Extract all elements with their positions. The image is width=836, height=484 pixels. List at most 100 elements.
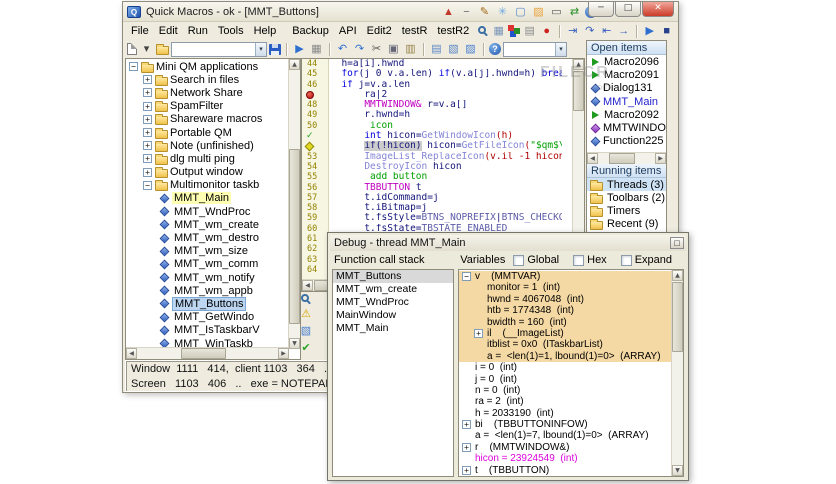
debug-restore-button[interactable]: □ xyxy=(670,237,684,249)
code-line-54[interactable]: DestroyIcon hicon xyxy=(330,162,562,172)
gutter-line[interactable]: 49 xyxy=(302,110,328,120)
gutter-line[interactable] xyxy=(302,141,328,152)
spinner-icon[interactable]: ✳ xyxy=(495,5,510,20)
variables-scrollbar[interactable]: ▲ ▼ xyxy=(671,270,683,476)
expand-icon[interactable]: + xyxy=(143,101,152,111)
step-over-icon[interactable]: ↷ xyxy=(582,24,597,39)
tree-item-mini-qm-applications[interactable]: − Mini QM applications xyxy=(126,60,289,73)
gutter-line[interactable]: 64 xyxy=(302,265,328,275)
open-item-macro2091[interactable]: Macro2091 xyxy=(587,68,666,81)
checkbox-hex[interactable]: Hex xyxy=(573,254,607,266)
minimize-button[interactable]: ─ xyxy=(588,2,614,17)
code-line-44[interactable]: h=a[i].hwnd xyxy=(330,59,562,69)
gutter-line[interactable]: 50 xyxy=(302,121,328,131)
tree-item-dlg-multi-ping[interactable]: + dlg multi ping xyxy=(126,152,289,165)
step-out-icon[interactable]: ⇤ xyxy=(599,24,614,39)
variable-row[interactable]: j = 0 (int) xyxy=(459,374,671,385)
checkbox-expand[interactable]: Expand xyxy=(620,254,672,266)
variable-row[interactable]: i = 0 (int) xyxy=(459,362,671,373)
tree-item-output-window[interactable]: + Output window xyxy=(126,166,289,179)
grid-icon[interactable]: ▦ xyxy=(309,42,324,57)
gutter-line[interactable]: 59 xyxy=(302,213,328,223)
variable-row[interactable]: + bi (TBBUTTONINFOW) xyxy=(459,419,671,430)
gutter-line[interactable]: 45 xyxy=(302,69,328,79)
tree-item-mmt-istaskbarv[interactable]: MMT_IsTaskbarV xyxy=(126,324,289,337)
tree-item-mmt-wm-create[interactable]: MMT_wm_create xyxy=(126,218,289,231)
breakpoint-icon[interactable] xyxy=(306,90,314,99)
menu-help[interactable]: Help xyxy=(249,24,282,38)
running-item-timers[interactable]: Timers xyxy=(587,204,666,217)
variable-row[interactable]: a = <len(1)=7, lbound(1)=0> (ARRAY) xyxy=(459,430,671,441)
pen-icon[interactable]: ✎ xyxy=(477,5,492,20)
running-item-toolbars-2-[interactable]: Toolbars (2) xyxy=(587,191,666,204)
tree-item-mmt-wm-appb[interactable]: MMT_wm_appb xyxy=(126,284,289,297)
variable-row[interactable]: − v (MMTVAR) xyxy=(459,271,671,283)
tree-item-mmt-wm-destro[interactable]: MMT_wm_destro xyxy=(126,231,289,244)
variable-row[interactable]: + t (TBBUTTON) xyxy=(459,465,671,476)
gutter-line[interactable]: 48 xyxy=(302,100,328,110)
page-refresh-icon[interactable]: ▨ xyxy=(463,42,478,57)
menu-testr2[interactable]: testR2 xyxy=(432,24,474,38)
menu-edit2[interactable]: Edit2 xyxy=(362,24,397,38)
gutter-line[interactable] xyxy=(302,90,328,100)
checkbox-box[interactable] xyxy=(513,254,525,266)
gutter-line[interactable]: 62 xyxy=(302,244,328,254)
redo-icon[interactable]: ↷ xyxy=(352,42,367,57)
menu-testr[interactable]: testR xyxy=(397,24,433,38)
debug-titlebar[interactable]: Debug - thread MMT_Main □ xyxy=(330,235,686,251)
chevron-down-icon[interactable]: ▾ xyxy=(555,42,566,56)
tree-item-mmt-getwindo[interactable]: MMT_GetWindo xyxy=(126,311,289,324)
expand-icon[interactable]: + xyxy=(143,167,152,177)
tree-item-mmt-wm-notify[interactable]: MMT_wm_notify xyxy=(126,271,289,284)
ok-check-icon[interactable]: ✔ xyxy=(299,341,314,356)
open-item-macro2096[interactable]: Macro2096 xyxy=(587,55,666,68)
zoom-icon[interactable] xyxy=(300,294,309,302)
maximize-button[interactable]: □ xyxy=(615,2,641,17)
tree-item-mmt-buttons[interactable]: MMT_Buttons xyxy=(126,297,289,311)
run-to-cursor-icon[interactable]: → xyxy=(616,24,631,39)
tree-item-spamfilter[interactable]: + SpamFilter xyxy=(126,100,289,113)
gutter-line[interactable]: 54 xyxy=(302,162,328,172)
undo-icon[interactable]: ↶ xyxy=(335,42,350,57)
warning-page-icon[interactable]: ⚠ xyxy=(299,307,314,322)
green-arrows-icon[interactable]: ⇄ xyxy=(567,5,582,20)
code-line-57[interactable]: t.idCommand=j xyxy=(330,193,562,203)
tree-item-note-unfinished-[interactable]: + Note (unfinished) xyxy=(126,139,289,152)
window-arrow-icon[interactable]: ▧ xyxy=(446,42,461,57)
gutter-line[interactable]: 55 xyxy=(302,172,328,182)
calc-window-icon[interactable]: ▦ xyxy=(491,24,506,39)
close-button[interactable]: ✕ xyxy=(642,2,674,17)
code-line-48[interactable]: MMTWINDOW& r=v.a[] xyxy=(330,100,562,110)
expand-icon[interactable]: + xyxy=(143,141,152,151)
refresh-page-icon[interactable]: ▧ xyxy=(299,324,314,339)
stack-item-mmt_wndproc[interactable]: MMT_WndProc xyxy=(333,296,453,309)
tree-item-portable-qm[interactable]: + Portable QM xyxy=(126,126,289,139)
console-icon[interactable]: ▭ xyxy=(549,5,564,20)
stack-item-mmt_main[interactable]: MMT_Main xyxy=(333,322,453,335)
help-icon[interactable]: ? xyxy=(489,43,501,55)
code-line-53[interactable]: ImageList_ReplaceIcon(v.il -1 hicon) xyxy=(330,152,562,162)
tree-item-search-in-files[interactable]: + Search in files xyxy=(126,73,289,86)
variable-row[interactable]: + r (MMTWINDOW&) xyxy=(459,442,671,453)
code-line-m8[interactable]: if(!hicon) hicon=GetFileIcon("$qm$\empty xyxy=(330,141,562,152)
print-icon[interactable]: ▤ xyxy=(522,24,537,39)
open-item-function225[interactable]: Function225 xyxy=(587,135,666,148)
run-icon[interactable]: ▶ xyxy=(292,42,307,57)
variable-row[interactable]: hicon = 23924549 (int) xyxy=(459,453,671,464)
stop-icon[interactable]: ■ xyxy=(659,24,674,39)
new-folder-icon[interactable] xyxy=(156,44,169,55)
open-items-horizontal-scrollbar[interactable]: ◀ ▶ xyxy=(587,152,666,164)
red-triangle-icon[interactable]: ▲ xyxy=(441,5,456,20)
tree-item-shareware-macros[interactable]: + Shareware macros xyxy=(126,113,289,126)
expand-icon[interactable]: + xyxy=(143,128,152,138)
copy-icon[interactable]: ▣ xyxy=(386,42,401,57)
menu-run[interactable]: Run xyxy=(183,24,213,38)
tree-item-mmt-main[interactable]: MMT_Main xyxy=(126,192,289,205)
open-item-mmt-main[interactable]: MMT_Main xyxy=(587,95,666,108)
titlebar[interactable]: Q Quick Macros - ok - [MMT_Buttons] ▲ − ✎ ✳… xyxy=(123,2,678,22)
stack-item-mainwindow[interactable]: MainWindow xyxy=(333,309,453,322)
search-combobox[interactable]: ▾ xyxy=(503,41,567,57)
tree-item-mmt-wm-size[interactable]: MMT_wm_size xyxy=(126,245,289,258)
collapse-icon[interactable]: − xyxy=(462,272,471,281)
minimize-dash-icon[interactable]: − xyxy=(459,5,474,20)
